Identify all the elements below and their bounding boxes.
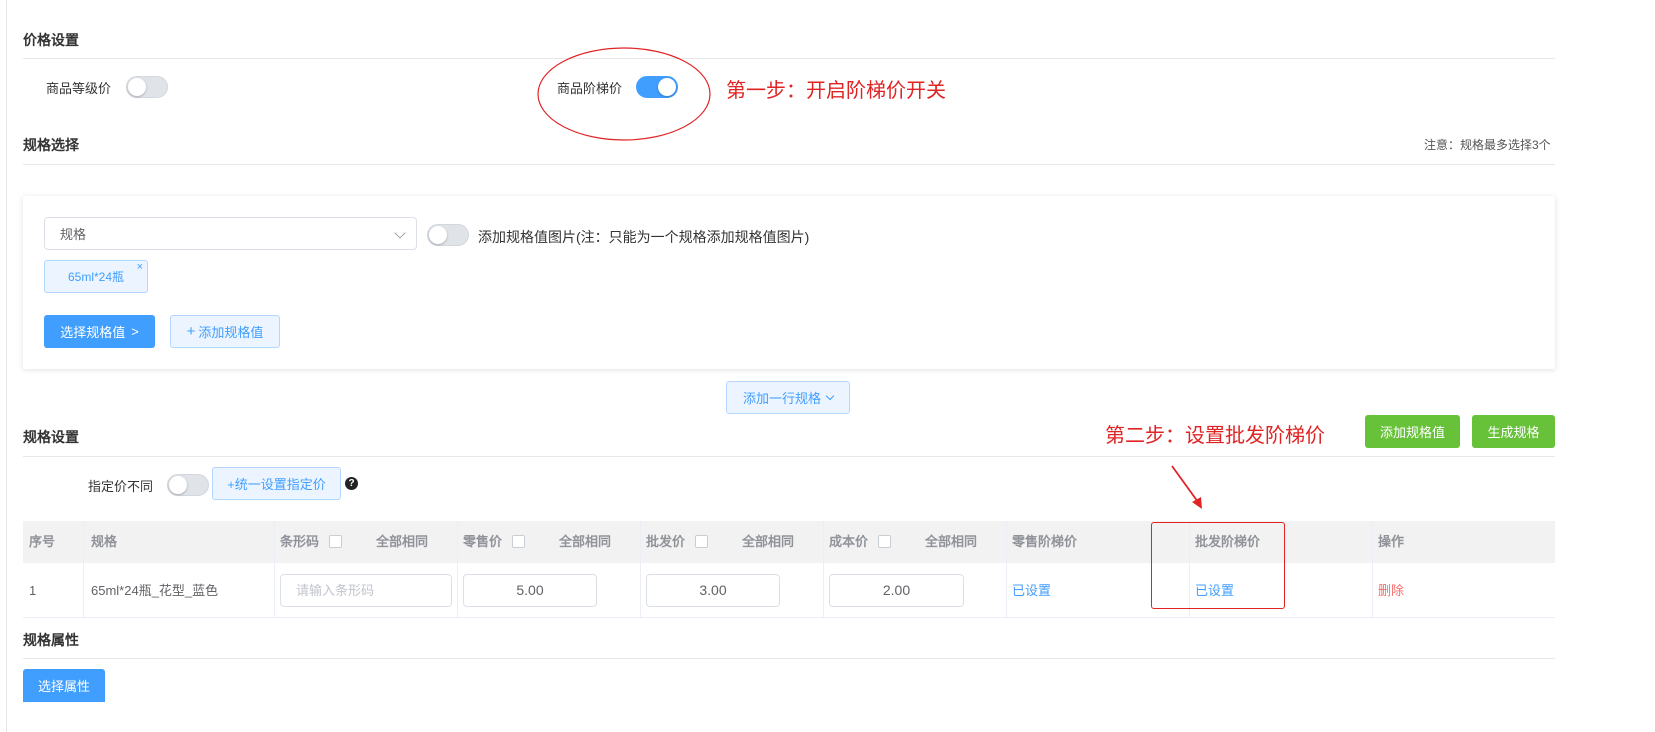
spec-card: 规格 添加规格值图片(注：只能为一个规格添加规格值图片) 65ml*24瓶 × … <box>23 196 1555 369</box>
add-spec-value-button[interactable]: + 添加规格值 <box>170 315 280 348</box>
left-divider <box>6 0 7 732</box>
add-spec-row-button[interactable]: 添加一行规格 <box>726 381 850 414</box>
spec-value-tag: 65ml*24瓶 × <box>44 260 148 293</box>
add-spec-row-label: 添加一行规格 <box>742 391 821 406</box>
chevron-down-icon <box>394 227 406 239</box>
retail-tier-link[interactable]: 已设置 <box>1012 563 1051 618</box>
add-spec-value-green-button[interactable]: 添加规格值 <box>1365 415 1460 448</box>
spec-settings-divider <box>23 456 1555 457</box>
th-retail: 零售价 <box>463 521 525 563</box>
th-retail-label: 零售价 <box>463 534 503 549</box>
fixed-price-toggle[interactable] <box>167 474 209 496</box>
generate-spec-button[interactable]: 生成规格 <box>1472 415 1555 448</box>
spec-table: 序号 规格 条形码 全部相同 零售价 全部相同 批发价 全部相同 成本价 全部相… <box>23 521 1555 618</box>
add-spec-value-label: 添加规格值 <box>198 325 264 340</box>
choose-spec-values-label: 选择规格值 <box>60 325 126 340</box>
table-header: 序号 规格 条形码 全部相同 零售价 全部相同 批发价 全部相同 成本价 全部相… <box>23 521 1555 563</box>
th-wholesale: 批发价 <box>646 521 708 563</box>
retail-same-checkbox[interactable] <box>511 535 525 548</box>
member-price-label: 商品等级价 <box>46 81 112 96</box>
fixed-price-label: 指定价不同 <box>88 479 154 494</box>
th-cost-label: 成本价 <box>829 534 869 549</box>
th-barcode-label: 条形码 <box>280 534 320 549</box>
spec-select[interactable]: 规格 <box>44 217 417 250</box>
spec-limit-note: 注意：规格最多选择3个 <box>1424 138 1551 152</box>
th-retail-tier: 零售阶梯价 <box>1012 534 1078 549</box>
th-action: 操作 <box>1378 534 1405 549</box>
unified-fixed-price-button[interactable]: +统一设置指定价 <box>212 467 341 500</box>
choose-spec-values-button[interactable]: 选择规格值 > <box>44 315 155 348</box>
retail-price-input[interactable]: 5.00 <box>463 574 597 607</box>
spec-select-divider <box>23 164 1555 165</box>
add-image-label: 添加规格值图片(注：只能为一个规格添加规格值图片) <box>478 229 810 245</box>
spec-settings-title: 规格设置 <box>23 429 79 445</box>
annotation-rect <box>1151 522 1285 609</box>
row-index: 1 <box>29 583 37 598</box>
barcode-same-checkbox[interactable] <box>328 535 342 548</box>
th-wholesale-same: 全部相同 <box>742 534 795 549</box>
th-barcode: 条形码 <box>280 521 342 563</box>
th-index: 序号 <box>29 534 56 549</box>
choose-attrs-button[interactable]: 选择属性 <box>23 669 105 702</box>
annotation-arrow <box>1171 465 1202 509</box>
wholesale-price-input[interactable]: 3.00 <box>646 574 780 607</box>
annotation-step1: 第一步：开启阶梯价开关 <box>726 80 946 102</box>
chevron-right-icon: > <box>131 324 139 339</box>
row-spec: 65ml*24瓶_花型_蓝色 <box>91 583 219 598</box>
plus-icon: + <box>186 323 196 340</box>
annotation-ellipse <box>537 47 711 141</box>
add-image-toggle[interactable] <box>427 224 469 246</box>
cost-price-input[interactable]: 2.00 <box>829 574 964 607</box>
delete-link[interactable]: 删除 <box>1378 563 1404 618</box>
th-spec: 规格 <box>91 534 118 549</box>
th-retail-same: 全部相同 <box>559 534 612 549</box>
cost-same-checkbox[interactable] <box>877 535 891 548</box>
wholesale-same-checkbox[interactable] <box>694 535 708 548</box>
spec-attrs-title: 规格属性 <box>23 632 79 648</box>
price-settings-title: 价格设置 <box>23 32 79 48</box>
spec-value-tag-label: 65ml*24瓶 <box>67 270 125 284</box>
annotation-step2: 第二步：设置批发阶梯价 <box>1105 425 1325 447</box>
th-cost: 成本价 <box>829 521 891 563</box>
spec-select-title: 规格选择 <box>23 137 79 153</box>
close-icon[interactable]: × <box>137 261 143 273</box>
chevron-down-icon <box>825 391 835 400</box>
spec-attrs-divider <box>23 658 1555 659</box>
th-wholesale-label: 批发价 <box>646 534 686 549</box>
th-cost-same: 全部相同 <box>925 534 978 549</box>
barcode-input[interactable]: 请输入条形码 <box>280 574 452 607</box>
spec-select-value: 规格 <box>60 227 87 242</box>
th-barcode-same: 全部相同 <box>376 534 429 549</box>
table-row: 1 65ml*24瓶_花型_蓝色 请输入条形码 5.00 3.00 2.00 已… <box>23 563 1555 618</box>
price-settings-divider <box>23 58 1555 59</box>
member-price-toggle[interactable] <box>126 76 168 98</box>
question-icon[interactable]: ? <box>345 477 358 490</box>
